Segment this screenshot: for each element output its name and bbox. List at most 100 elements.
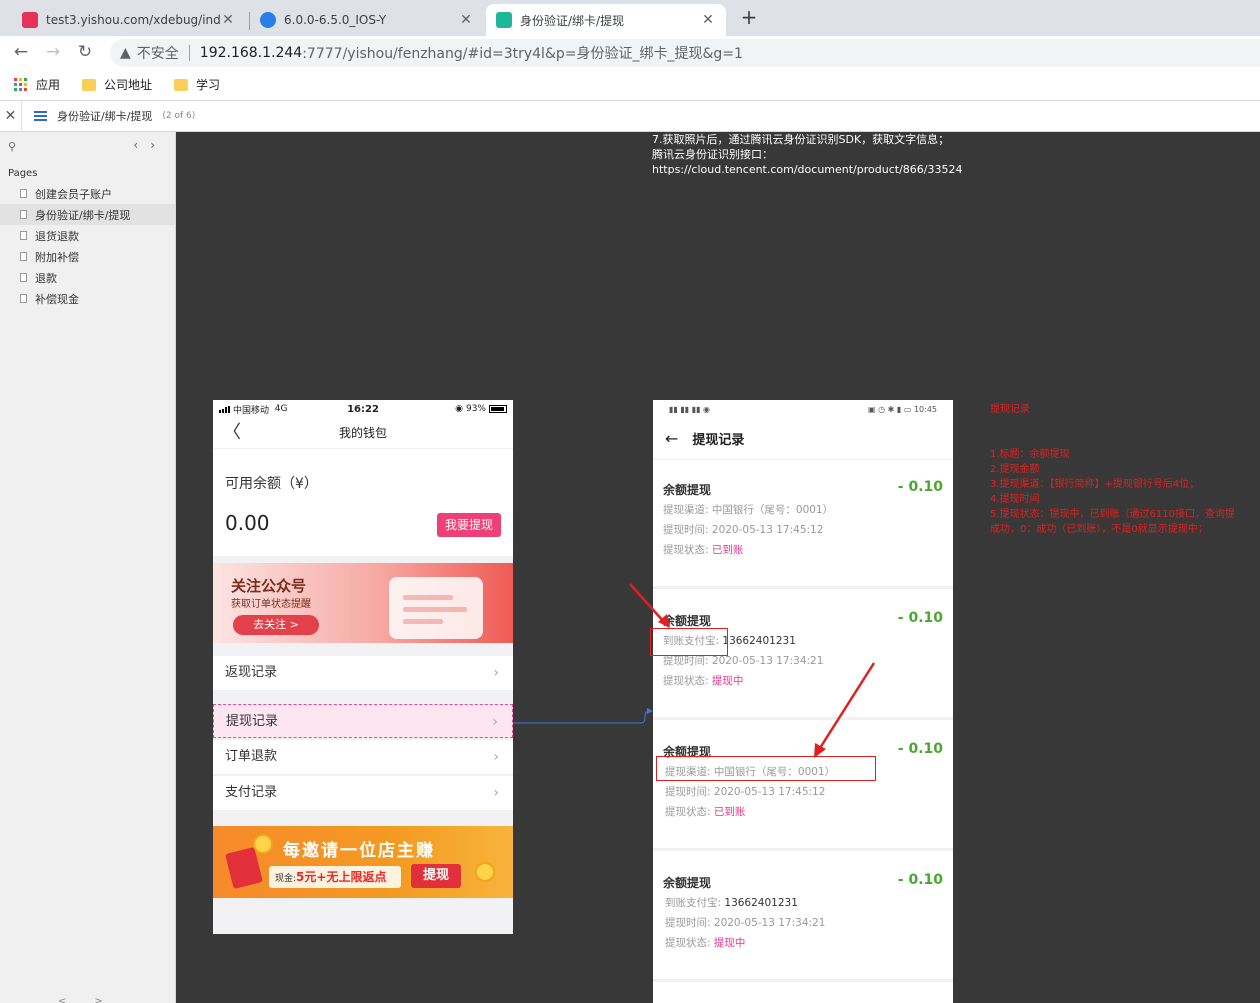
tab-ios[interactable]: 6.0.0-6.5.0_IOS-Y ✕ xyxy=(250,4,484,36)
menu-icon[interactable] xyxy=(34,111,47,121)
page-count: (2 of 6) xyxy=(162,111,196,121)
tab-active-page[interactable]: 身份验证/绑卡/提现 ✕ xyxy=(486,4,726,36)
reload-icon[interactable]: ↻ xyxy=(74,41,96,63)
time-label: 提现时间: xyxy=(665,786,711,798)
invite-withdraw-button[interactable]: 提现 xyxy=(411,864,461,888)
forward-icon[interactable]: → xyxy=(42,41,64,63)
page-icon xyxy=(20,273,27,282)
menu-withdraw-records[interactable]: 提现记录 › xyxy=(213,704,513,738)
axure-favicon-icon xyxy=(496,12,512,28)
close-tab-icon[interactable]: ✕ xyxy=(220,12,236,28)
sidebar-page-item[interactable]: 补偿现金 xyxy=(0,288,175,309)
sidebar-page-item[interactable]: 退款 xyxy=(0,267,175,288)
time-value: 2020-05-13 17:34:21 xyxy=(713,917,826,929)
bookmark-company[interactable]: 公司地址 xyxy=(82,76,152,93)
channel-label: 提现渠道: xyxy=(663,504,709,516)
status-label: 提现状态: xyxy=(665,806,711,818)
bookmark-study[interactable]: 学习 xyxy=(174,76,220,93)
status-value: 已到账 xyxy=(713,806,746,818)
withdraw-record-item[interactable]: 余额提现 - 0.10 到账支付宝: 13662401231 提现时间: 202… xyxy=(653,854,953,982)
tab-title: 6.0.0-6.5.0_IOS-Y xyxy=(284,13,387,27)
record-time: 提现时间: 2020-05-13 17:45:12 xyxy=(665,784,825,799)
status-label: 提现状态: xyxy=(665,937,711,949)
record-title: 余额提现 xyxy=(663,876,712,890)
record-time: 提现时间: 2020-05-13 17:34:21 xyxy=(665,915,825,930)
tab-title: test3.yishou.com/xdebug/inde xyxy=(46,13,220,27)
url-path: :7777/yishou/fenzhang/#id=3try4l&p=身份验证_… xyxy=(302,46,743,62)
status-bar: 中国移动 4G 16:22 ◉ 93% xyxy=(213,400,513,418)
withdraw-record-item[interactable]: 余额提现 - 0.10 到账支付宝: 13662401231 提现时间: 202… xyxy=(653,592,953,720)
menu-order-refund[interactable]: 订单退款 › xyxy=(213,740,513,774)
flow-connector xyxy=(513,708,653,724)
page-label: 补偿现金 xyxy=(35,292,79,306)
insecure-label: 不安全 xyxy=(136,46,179,62)
wallet-phone-screen: 中国移动 4G 16:22 ◉ 93% 〈 我的钱包 可用余额（¥） 0.00 … xyxy=(213,400,513,934)
menu-cashback-records[interactable]: 返现记录 › xyxy=(213,656,513,690)
coin-icon xyxy=(475,862,495,882)
close-sidebar-icon[interactable]: ✕ xyxy=(0,100,22,132)
back-arrow-icon[interactable]: ← xyxy=(665,429,678,448)
chevron-right-icon: › xyxy=(493,665,499,681)
banner-title: 关注公众号 xyxy=(231,577,307,595)
sidebar-page-item[interactable]: 退货退款 xyxy=(0,225,175,246)
cash-label: 现金: xyxy=(275,874,297,884)
menu-label: 支付记录 xyxy=(225,785,278,800)
time-label: 提现时间: xyxy=(665,917,711,929)
status-label: 提现状态: xyxy=(663,675,709,687)
sidebar-page-item-selected[interactable]: 身份验证/绑卡/提现 xyxy=(0,204,175,225)
page-label: 创建会员子账户 xyxy=(35,187,112,201)
red-packet-icon xyxy=(225,846,263,890)
balance-card: 可用余额（¥） 0.00 我要提现 xyxy=(213,449,513,556)
record-status: 提现状态: 已到账 xyxy=(663,542,743,557)
record-status: 提现状态: 已到账 xyxy=(665,804,745,819)
withdraw-button[interactable]: 我要提现 xyxy=(437,513,501,537)
sidebar-footer-arrows[interactable]: <> xyxy=(58,996,131,1003)
close-tab-icon[interactable]: ✕ xyxy=(458,12,474,28)
record-status: 提现状态: 提现中 xyxy=(663,673,743,688)
address-bar[interactable]: ▲ 不安全 192.168.1.244:7777/yishou/fenzhang… xyxy=(110,39,1260,67)
page-icon xyxy=(20,231,27,240)
search-icon[interactable]: ⚲ xyxy=(8,140,16,153)
apps-grid-icon xyxy=(14,78,27,91)
follow-button[interactable]: 去关注 > xyxy=(233,615,319,635)
red-arrow-icon xyxy=(629,583,670,628)
channel-value: 13662401231 xyxy=(724,897,798,909)
coin-icon xyxy=(253,834,273,854)
page-icon xyxy=(20,189,27,198)
bookmark-label: 学习 xyxy=(196,78,221,92)
follow-account-banner[interactable]: 关注公众号 获取订单状态提醒 去关注 > xyxy=(213,563,513,643)
record-channel: 提现渠道: 中国银行（尾号：0001） xyxy=(663,502,833,517)
cash-reward-pill: 现金:5元+无上限返点 xyxy=(269,866,401,888)
alipay-highlight-box xyxy=(650,628,728,656)
banner-subtitle: 获取订单状态提醒 xyxy=(231,599,311,610)
sidebar-page-item[interactable]: 创建会员子账户 xyxy=(0,183,175,204)
sidebar-page-item[interactable]: 附加补偿 xyxy=(0,246,175,267)
withdraw-record-item[interactable]: 余额提现 - 0.10 提现渠道: 中国银行（尾号：0001） 提现时间: 20… xyxy=(653,723,953,851)
status-time: 10:45 xyxy=(913,404,937,414)
page-nav-arrows[interactable]: ‹› xyxy=(133,138,167,152)
invite-banner[interactable]: 每邀请一位店主赚 现金:5元+无上限返点 提现 xyxy=(213,826,513,898)
bookmark-apps[interactable]: 应用 xyxy=(14,76,60,93)
page-label: 身份验证/绑卡/提现 xyxy=(35,208,131,222)
menu-payment-records[interactable]: 支付记录 › xyxy=(213,776,513,810)
folder-icon xyxy=(82,78,97,91)
prototype-canvas: 7.获取照片后，通过腾讯云身份证识别SDK，获取文字信息； 腾讯云身份证识别接口… xyxy=(176,132,1260,1003)
axure-header: ✕ 身份验证/绑卡/提现 (2 of 6) xyxy=(0,100,1260,132)
withdraw-record-item[interactable]: 余额提现 - 0.10 提现渠道: 中国银行（尾号：0001） 提现时间: 20… xyxy=(653,461,953,589)
time-value: 2020-05-13 17:45:12 xyxy=(711,524,824,536)
red-arrow-icon xyxy=(814,662,876,758)
back-icon[interactable]: 〈 xyxy=(223,418,241,448)
sdk-note: 7.获取照片后，通过腾讯云身份证识别SDK，获取文字信息； 腾讯云身份证识别接口… xyxy=(652,133,963,176)
invite-title: 每邀请一位店主赚 xyxy=(283,841,435,861)
channel-value: 13662401231 xyxy=(722,635,796,647)
new-tab-button[interactable]: + xyxy=(738,6,760,28)
back-icon[interactable]: ← xyxy=(10,41,32,63)
site-favicon-icon xyxy=(22,12,38,28)
tab-test3[interactable]: test3.yishou.com/xdebug/inde ✕ xyxy=(12,4,246,36)
page-icon xyxy=(20,252,27,261)
page-title: 身份验证/绑卡/提现 xyxy=(57,110,153,123)
withdraw-record-note: 提现记录 1.标题：余额提现 2.提现金额 3.提现渠道：【银行简称】+提现银行… xyxy=(990,404,1235,535)
close-tab-icon[interactable]: ✕ xyxy=(700,12,716,28)
page-icon xyxy=(20,294,27,303)
record-channel: 到账支付宝: 13662401231 xyxy=(665,895,798,910)
